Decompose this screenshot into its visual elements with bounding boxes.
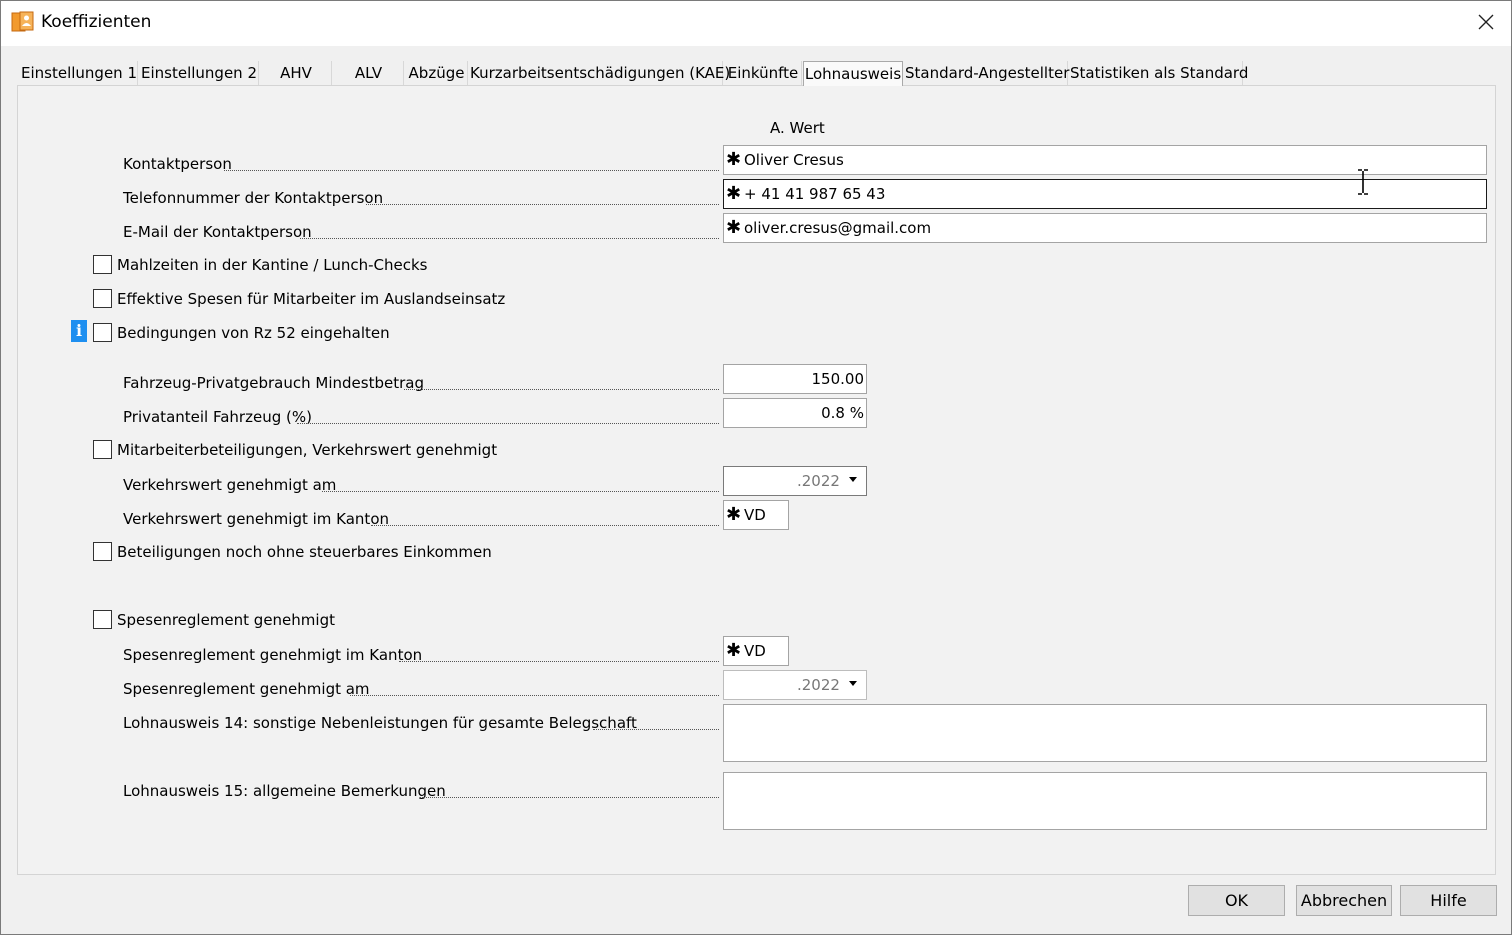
vehicle-min-amount-label: Fahrzeug-Privatgebrauch Mindestbetrag	[123, 374, 424, 392]
help-button[interactable]: Hilfe	[1400, 885, 1497, 916]
leader-dots	[297, 423, 719, 424]
market-value-canton-value: VD	[744, 506, 766, 524]
contact-person-field[interactable]: ✱ Oliver Cresus	[723, 145, 1487, 175]
meals-checkbox[interactable]	[93, 255, 112, 274]
tab-alv[interactable]: ALV	[334, 61, 404, 85]
info-icon[interactable]: i	[71, 320, 87, 342]
tab-standard-angestellter[interactable]: Standard-Angestellter	[905, 61, 1069, 85]
participations-no-income-checkbox[interactable]	[93, 542, 112, 561]
field14-label: Lohnausweis 14: sonstige Nebenleistungen…	[123, 714, 637, 732]
expense-rules-canton-field[interactable]: ✱ VD	[723, 636, 789, 666]
ok-button[interactable]: OK	[1188, 885, 1285, 916]
expense-rules-date-value: .2022	[797, 676, 840, 694]
contact-phone-label: Telefonnummer der Kontaktperson	[123, 189, 384, 207]
leader-dots	[300, 238, 719, 239]
tab-einkuenfte[interactable]: Einkünfte	[725, 61, 802, 85]
tab-statistiken-als-standard[interactable]: Statistiken als Standard	[1070, 61, 1248, 85]
tab-einstellungen-1[interactable]: Einstellungen 1	[21, 61, 138, 85]
leader-dots	[404, 389, 719, 390]
meals-label: Mahlzeiten in der Kantine / Lunch-Checks	[117, 256, 428, 274]
column-header: A. Wert	[770, 119, 825, 137]
leader-dots	[366, 204, 719, 205]
required-marker-icon: ✱	[726, 640, 742, 661]
text-cursor-icon	[1355, 169, 1371, 195]
contact-phone-value: + 41 41 987 65 43	[744, 185, 886, 203]
market-value-canton-field[interactable]: ✱ VD	[723, 500, 789, 530]
expense-rules-checkbox[interactable]	[93, 610, 112, 629]
chevron-down-icon[interactable]	[849, 477, 857, 482]
expense-rules-canton-label: Spesenreglement genehmigt im Kanton	[123, 646, 423, 664]
participations-label: Mitarbeiterbeteiligungen, Verkehrswert g…	[117, 441, 498, 459]
contact-phone-field[interactable]: ✱ + 41 41 987 65 43	[723, 179, 1487, 209]
field15-textarea[interactable]	[723, 772, 1487, 830]
market-value-date-picker[interactable]: .2022	[723, 466, 867, 496]
leader-dots	[399, 661, 719, 662]
contact-email-label: E-Mail der Kontaktperson	[123, 223, 312, 241]
required-marker-icon: ✱	[726, 217, 742, 238]
expense-rules-date-label: Spesenreglement genehmigt am	[123, 680, 370, 698]
leader-dots	[224, 170, 719, 171]
leader-dots	[322, 491, 719, 492]
close-button[interactable]	[1466, 6, 1506, 40]
expense-rules-canton-value: VD	[744, 642, 766, 660]
market-value-date-label: Verkehrswert genehmigt am	[123, 476, 337, 494]
vehicle-private-share-value: 0.8 %	[821, 404, 864, 422]
market-value-canton-label: Verkehrswert genehmigt im Kanton	[123, 510, 390, 528]
market-value-date-value: .2022	[797, 472, 840, 490]
leader-dots	[371, 525, 719, 526]
participations-no-income-label: Beteiligungen noch ohne steuerbares Eink…	[117, 543, 492, 561]
required-marker-icon: ✱	[726, 183, 742, 204]
vehicle-private-share-field[interactable]: 0.8 %	[723, 398, 867, 428]
field14-textarea[interactable]	[723, 704, 1487, 762]
close-icon	[1478, 14, 1494, 30]
app-icon	[11, 10, 35, 34]
tab-kae[interactable]: Kurzarbeitsentschädigungen (KAE)	[470, 61, 730, 85]
contact-person-value: Oliver Cresus	[744, 151, 844, 169]
contact-person-label: Kontaktperson	[123, 155, 232, 173]
title-bar	[0, 0, 1512, 46]
rz52-checkbox[interactable]	[93, 323, 112, 342]
expense-rules-date-picker[interactable]: .2022	[723, 670, 867, 700]
chevron-down-icon[interactable]	[849, 681, 857, 686]
leader-dots	[350, 695, 719, 696]
expenses-abroad-checkbox[interactable]	[93, 289, 112, 308]
tab-abzuege[interactable]: Abzüge	[406, 61, 468, 85]
required-marker-icon: ✱	[726, 504, 742, 525]
tab-lohnausweis[interactable]: Lohnausweis	[803, 61, 903, 86]
expense-rules-label: Spesenreglement genehmigt	[117, 611, 335, 629]
tab-einstellungen-2[interactable]: Einstellungen 2	[140, 61, 259, 85]
rz52-label: Bedingungen von Rz 52 eingehalten	[117, 324, 390, 342]
window-title: Koeffizienten	[41, 12, 152, 32]
leader-dots	[593, 729, 719, 730]
participations-checkbox[interactable]	[93, 440, 112, 459]
contact-email-field[interactable]: ✱ oliver.cresus@gmail.com	[723, 213, 1487, 243]
contact-email-value: oliver.cresus@gmail.com	[744, 219, 932, 237]
vehicle-min-amount-field[interactable]: 150.00	[723, 364, 867, 394]
expenses-abroad-label: Effektive Spesen für Mitarbeiter im Ausl…	[117, 290, 506, 308]
required-marker-icon: ✱	[726, 149, 742, 170]
vehicle-private-share-label: Privatanteil Fahrzeug (%)	[123, 408, 312, 426]
tab-ahv[interactable]: AHV	[261, 61, 332, 85]
vehicle-min-amount-value: 150.00	[811, 370, 865, 388]
leader-dots	[420, 797, 719, 798]
cancel-button[interactable]: Abbrechen	[1296, 885, 1392, 916]
field15-label: Lohnausweis 15: allgemeine Bemerkungen	[123, 782, 446, 800]
